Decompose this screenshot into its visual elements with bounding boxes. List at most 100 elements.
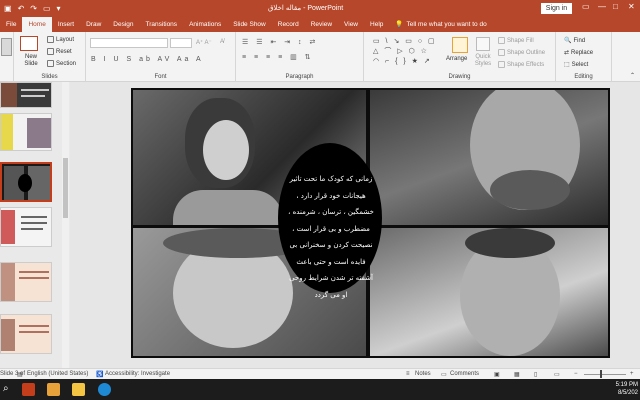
collapse-ribbon-icon[interactable]: ⌃ [630, 72, 635, 79]
reading-view-icon[interactable]: ▯ [534, 371, 537, 378]
quick-styles-icon[interactable] [476, 37, 490, 51]
thumbnail-text [19, 277, 49, 279]
title-bar: ▣ ↶ ↷ ▭ ▾ مقاله اخلاق - PowerPoint Sign … [0, 0, 640, 17]
slide-thumbnail[interactable] [0, 262, 52, 302]
lightbulb-icon: 💡 [395, 21, 404, 28]
thumbnail-scroll-thumb[interactable] [63, 158, 68, 218]
tab-record[interactable]: Record [272, 17, 305, 32]
tell-me-search[interactable]: Tell me what you want to do [406, 17, 486, 32]
slide-thumbnail[interactable] [0, 314, 52, 354]
align-buttons[interactable]: ≡ ≡ ≡ ≡ ▥ ⇅ [242, 53, 314, 61]
slide-thumbnail-selected[interactable] [0, 162, 52, 202]
reset-button[interactable]: Reset [47, 48, 72, 55]
tab-transitions[interactable]: Transitions [140, 17, 184, 32]
shape-fill-icon [498, 37, 505, 44]
language-indicator[interactable]: English (United States) [27, 371, 88, 377]
search-icon[interactable]: ⌕ [3, 383, 16, 396]
new-slide-icon[interactable] [20, 36, 38, 51]
powerpoint-taskbar-icon[interactable] [22, 383, 35, 396]
accessibility-status[interactable]: Accessibility: Investigate [105, 371, 170, 377]
undo-icon[interactable]: ↶ [18, 4, 25, 13]
layout-button[interactable]: Layout [47, 36, 74, 43]
tab-insert[interactable]: Insert [52, 17, 80, 32]
slide-sorter-icon[interactable]: ▦ [514, 371, 520, 378]
shape-fill-button[interactable]: Shape Fill [498, 37, 534, 44]
new-slide-button[interactable]: New Slide [18, 54, 44, 68]
list-buttons[interactable]: ☰ ☰ ⇤ ⇥ ↕ ⇄ [242, 38, 318, 46]
redo-icon[interactable]: ↷ [30, 4, 37, 13]
comments-icon: ▭ [441, 372, 447, 378]
thumbnail-text [19, 331, 49, 333]
thumbnail-text [21, 228, 43, 230]
close-icon[interactable]: ✕ [628, 2, 635, 11]
sign-in-button[interactable]: Sign in [541, 3, 572, 14]
tab-slide-show[interactable]: Slide Show [227, 17, 272, 32]
shapes-gallery[interactable]: ▭ \ ↘ ▭ ○ ▢ △ ⌒ ▷ ⬡ ☆ ◠ ⌐ { } ★ ↗ ⇨ [373, 37, 439, 69]
comments-button[interactable]: Comments [450, 371, 479, 377]
notes-button[interactable]: Notes [415, 371, 431, 377]
tab-home[interactable]: Home [22, 17, 52, 32]
file-explorer-icon[interactable] [72, 383, 85, 396]
minimize-icon[interactable]: — [598, 2, 606, 11]
slide-thumbnail-pane: 3 [0, 82, 70, 368]
arrange-button[interactable]: Arrange [446, 56, 467, 62]
paste-icon[interactable] [1, 38, 12, 56]
notes-icon: ≡ [406, 371, 410, 377]
find-button[interactable]: 🔍 Find [564, 37, 585, 45]
clock-date: 8/5/202 [617, 390, 638, 396]
tab-help[interactable]: Help [364, 17, 389, 32]
arrange-icon[interactable] [452, 37, 468, 53]
app-taskbar-icon[interactable] [47, 383, 60, 396]
tab-review[interactable]: Review [305, 17, 338, 32]
shape-outline-icon [498, 49, 505, 56]
increase-font-icon[interactable]: A⁺ A⁻ [196, 39, 212, 46]
zoom-out-icon[interactable]: − [574, 371, 578, 377]
photo-face-shape [203, 120, 249, 180]
thumbnail-photo [27, 118, 51, 148]
tab-view[interactable]: View [338, 17, 364, 32]
slide-thumbnail[interactable] [0, 82, 52, 108]
thumbnail-text [21, 95, 45, 97]
zoom-in-icon[interactable]: + [630, 371, 634, 377]
slides-group-label: Slides [41, 74, 58, 80]
font-format-buttons[interactable]: B I U S ab AV Aa A [91, 56, 204, 63]
section-button[interactable]: Section [47, 60, 76, 67]
tab-animations[interactable]: Animations [183, 17, 227, 32]
save-icon[interactable]: ▣ [4, 4, 12, 13]
spell-check-icon[interactable]: ▤ [17, 371, 23, 378]
customize-qat-icon[interactable]: ▾ [57, 4, 61, 13]
quick-access-toolbar: ▣ ↶ ↷ ▭ ▾ [0, 4, 61, 13]
shape-outline-button[interactable]: Shape Outline [498, 49, 545, 56]
slide-thumbnail[interactable] [0, 113, 52, 151]
shape-effects-icon [498, 61, 505, 68]
thumbnail-scrollbar[interactable] [62, 82, 69, 368]
thumbnail-text [21, 89, 49, 91]
slide-body-text[interactable]: زمانی که کودک ما تحت تاثیر هیجانات خود ق… [287, 171, 375, 303]
font-family-select[interactable] [90, 38, 168, 48]
font-group: A⁺ A⁻ A̸ B I U S ab AV Aa A Font [86, 32, 236, 82]
thumbnail-photo [1, 263, 15, 301]
replace-button[interactable]: ⇄ Replace [564, 49, 593, 57]
replace-icon: ⇄ [564, 50, 570, 56]
clear-format-icon[interactable]: A̸ [220, 39, 224, 45]
font-size-select[interactable] [170, 38, 192, 48]
normal-view-icon[interactable]: ▣ [494, 371, 500, 378]
shape-effects-button[interactable]: Shape Effects [498, 61, 544, 68]
tab-design[interactable]: Design [107, 17, 139, 32]
tab-draw[interactable]: Draw [80, 17, 107, 32]
edge-browser-icon[interactable] [98, 383, 111, 396]
slideshow-icon[interactable]: ▭ [554, 371, 560, 378]
ribbon-display-icon[interactable]: ▭ [582, 2, 590, 11]
zoom-slider[interactable] [584, 374, 626, 375]
present-icon[interactable]: ▭ [43, 4, 51, 13]
paragraph-group: ☰ ☰ ⇤ ⇥ ↕ ⇄ ≡ ≡ ≡ ≡ ▥ ⇅ Paragraph [236, 32, 364, 82]
slide-thumbnail[interactable] [0, 207, 52, 247]
status-bar: Slide 3 of ▤ English (United States) ♿ A… [0, 368, 640, 379]
select-button[interactable]: ⬚ Select [564, 61, 588, 69]
zoom-slider-thumb[interactable] [600, 370, 602, 378]
system-clock[interactable]: 5:19 PM 8/5/202 [616, 381, 638, 397]
thumbnail-photo [1, 319, 15, 351]
tab-file[interactable]: File [0, 17, 22, 32]
quick-styles-button[interactable]: Quick Styles [472, 54, 494, 68]
maximize-icon[interactable]: □ [613, 2, 618, 11]
